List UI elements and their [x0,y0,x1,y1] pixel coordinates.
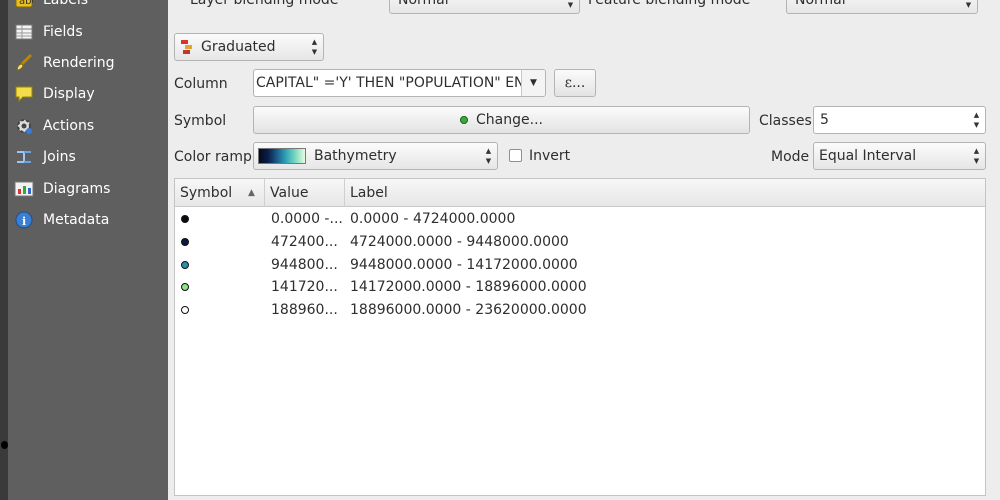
class-symbol-dot-icon [181,237,189,246]
joins-icon [13,146,35,168]
change-symbol-button[interactable]: Change... [253,106,750,134]
label-cell[interactable]: 0.0000 - 4724000.0000 [350,207,970,230]
table-row[interactable]: 944800... 9448000.0000 - 14172000.0000 [175,253,985,276]
color-ramp-label: Color ramp [174,149,252,165]
column-expression-value: CAPITAL" ='Y' THEN "POPULATION" END [256,75,536,91]
table-row[interactable]: 0.0000 -... 0.0000 - 4724000.0000 [175,207,985,230]
value-cell[interactable]: 0.0000 -... [271,207,347,230]
chevron-down-icon: ▼ [521,70,545,96]
sidebar-item-labels[interactable]: abc Labels [8,0,168,14]
symbol-cell[interactable] [181,230,261,253]
select-arrows-icon: ▲▼ [311,38,318,56]
symbol-cell[interactable] [181,298,261,321]
symbol-cell[interactable] [181,275,261,298]
actions-gear-icon [13,115,35,137]
mode-label: Mode [771,149,810,165]
sidebar-item-label: Actions [43,118,95,134]
select-arrows-icon: ▲▼ [973,147,980,165]
sidebar-item-diagrams[interactable]: Diagrams [8,175,168,203]
layer-blending-value: Normal [398,0,449,8]
sidebar-item-label: Diagrams [43,181,111,197]
window-frame-edge [0,0,8,500]
table-row[interactable]: 472400... 4724000.0000 - 9448000.0000 [175,230,985,253]
spin-arrows-icon[interactable]: ▲ ▼ [972,111,981,129]
header-label[interactable]: Label [345,179,985,207]
column-expression-select[interactable]: CAPITAL" ='Y' THEN "POPULATION" END ▼ [253,69,546,97]
labels-icon: abc [13,0,35,11]
diagrams-icon [13,178,35,200]
sidebar-item-joins[interactable]: Joins [8,143,168,171]
value-cell[interactable]: 472400... [271,230,347,253]
header-label-label: Label [350,185,388,201]
symbol-label: Symbol [174,113,227,129]
class-symbol-dot-icon [181,305,189,314]
label-cell[interactable]: 4724000.0000 - 9448000.0000 [350,230,970,253]
header-value-label: Value [270,185,309,201]
fields-icon [13,21,35,43]
sidebar-item-label: Display [43,86,95,102]
classes-spinbox[interactable]: 5 ▲ ▼ [813,106,986,134]
symbol-cell[interactable] [181,253,261,276]
invert-checkbox[interactable] [509,149,522,162]
sidebar-item-fields[interactable]: Fields [8,18,168,46]
label-cell[interactable]: 18896000.0000 - 23620000.0000 [350,298,970,321]
classes-table[interactable]: Symbol ▲ Value Label 0.0000 -... 0.0000 -… [174,178,986,496]
classes-label: Classes [759,113,812,129]
invert-label: Invert [529,148,571,164]
value-cell[interactable]: 944800... [271,253,347,276]
sidebar-item-label: Fields [43,24,83,40]
graduated-renderer-icon [181,39,195,55]
sidebar-item-label: Labels [43,0,89,8]
color-ramp-select[interactable]: Bathymetry ▲ ▼ [253,142,498,170]
header-value[interactable]: Value [265,179,345,207]
layer-blending-label: Layer blending mode [190,0,339,8]
rendering-brush-icon [13,52,35,74]
symbol-cell[interactable] [181,207,261,230]
color-ramp-value: Bathymetry [314,148,397,164]
select-arrows-icon: ▲▼ [965,1,972,9]
column-label: Column [174,76,228,92]
class-symbol-dot-icon [181,214,189,223]
metadata-info-icon: i [13,209,35,231]
sidebar-item-label: Metadata [43,212,110,228]
layer-blending-select[interactable]: Normal ▲▼ [389,0,580,14]
mode-select[interactable]: Equal Interval ▲ ▼ [813,142,986,170]
select-arrows-icon: ▲▼ [567,1,574,9]
sidebar-item-display[interactable]: Display [8,80,168,108]
display-speech-icon [13,83,35,105]
feature-blending-select[interactable]: Normal ▲▼ [786,0,978,14]
header-symbol-label: Symbol [180,185,233,201]
properties-sidebar: abc Labels Fields Rendering Display Acti… [8,0,168,500]
table-header: Symbol ▲ Value Label [175,179,985,207]
svg-text:abc: abc [19,0,33,7]
select-arrows-icon: ▲▼ [485,147,492,165]
label-cell[interactable]: 14172000.0000 - 18896000.0000 [350,275,970,298]
sidebar-item-label: Joins [43,149,76,165]
sidebar-item-rendering[interactable]: Rendering [8,49,168,77]
change-symbol-label: Change... [476,112,543,128]
table-row[interactable]: 188960... 18896000.0000 - 23620000.0000 [175,298,985,321]
sort-ascending-icon: ▲ [248,188,255,198]
class-symbol-dot-icon [181,260,189,269]
symbol-preview-dot-icon [460,116,469,124]
color-ramp-preview [258,148,306,164]
classes-value: 5 [820,112,829,128]
class-symbol-dot-icon [181,282,189,291]
header-symbol[interactable]: Symbol ▲ [175,179,265,207]
sidebar-item-actions[interactable]: Actions [8,112,168,140]
value-cell[interactable]: 188960... [271,298,347,321]
renderer-type-select[interactable]: Graduated ▲ ▼ [174,33,324,61]
svg-text:i: i [22,215,26,228]
renderer-type-value: Graduated [201,39,276,55]
mode-value: Equal Interval [819,148,917,164]
feature-blending-value: Normal [795,0,846,8]
label-cell[interactable]: 9448000.0000 - 14172000.0000 [350,253,970,276]
sidebar-item-metadata[interactable]: i Metadata [8,206,168,234]
sidebar-item-label: Rendering [43,55,115,71]
table-row[interactable]: 141720... 14172000.0000 - 18896000.0000 [175,275,985,298]
feature-blending-label: Feature blending mode [588,0,751,8]
value-cell[interactable]: 141720... [271,275,347,298]
window-frame-handle [1,441,8,449]
expression-builder-button[interactable]: ε... [554,69,596,97]
